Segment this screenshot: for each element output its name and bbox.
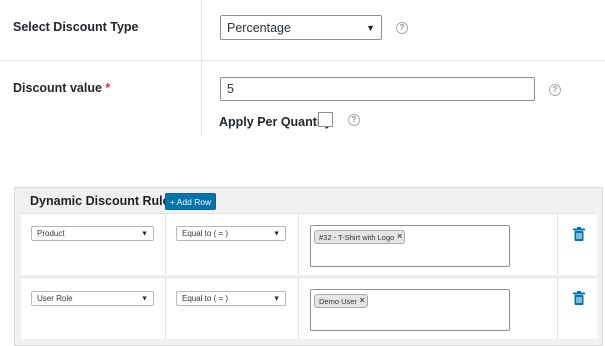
rule-column-divider — [557, 213, 558, 275]
dynamic-rule-title: Dynamic Discount Rule — [30, 194, 170, 208]
caret-down-icon: ▼ — [141, 295, 148, 302]
rule-field-value: Product — [37, 229, 65, 238]
discount-type-select[interactable]: Percentage ▼ — [220, 15, 382, 40]
rule-column-divider — [165, 213, 166, 275]
discount-type-value: Percentage — [227, 20, 291, 35]
rule-column-divider — [165, 277, 166, 339]
discount-value-text: 5 — [227, 82, 234, 96]
rule-condition-select[interactable]: Equal to ( = ) ▼ — [176, 226, 286, 241]
discount-value-label: Discount value * — [13, 81, 110, 95]
help-circle-icon[interactable]: ? — [348, 114, 360, 126]
rule-value-tag-text: Demo User — [319, 297, 357, 306]
remove-tag-icon[interactable]: × — [360, 295, 365, 306]
rule-field-value: User Role — [37, 294, 73, 303]
rule-condition-value: Equal to ( = ) — [182, 294, 229, 303]
rule-column-divider — [557, 277, 558, 339]
caret-down-icon: ▼ — [141, 230, 148, 237]
rule-value-multiselect[interactable]: Demo User × — [310, 289, 510, 331]
apply-per-quantity-label: Apply Per Quantity — [219, 115, 332, 129]
form-column-divider — [201, 0, 202, 137]
discount-value-input[interactable]: 5 — [220, 77, 535, 101]
add-row-button[interactable]: + Add Row — [165, 193, 216, 210]
form-row-divider — [0, 60, 605, 61]
rule-condition-value: Equal to ( = ) — [182, 229, 229, 238]
trash-icon[interactable] — [573, 227, 585, 241]
help-circle-icon[interactable]: ? — [396, 22, 408, 34]
rule-value-multiselect[interactable]: #32 - T-Shirt with Logo × — [310, 225, 510, 267]
discount-value-label-text: Discount value — [13, 81, 102, 95]
caret-down-icon: ▼ — [273, 295, 280, 302]
apply-per-quantity-checkbox[interactable] — [318, 112, 333, 127]
remove-tag-icon[interactable]: × — [397, 231, 402, 242]
help-circle-icon[interactable]: ? — [549, 84, 561, 96]
rule-value-tag: #32 - T-Shirt with Logo × — [314, 230, 406, 244]
rule-condition-select[interactable]: Equal to ( = ) ▼ — [176, 291, 286, 306]
rule-column-divider — [298, 277, 299, 339]
rule-value-tag-text: #32 - T-Shirt with Logo — [319, 233, 395, 242]
discount-type-label: Select Discount Type — [13, 20, 139, 34]
rule-field-select[interactable]: User Role ▼ — [31, 291, 154, 306]
required-mark: * — [105, 81, 111, 95]
caret-down-icon: ▼ — [366, 22, 375, 33]
rule-column-divider — [298, 213, 299, 275]
trash-icon[interactable] — [573, 291, 585, 305]
rule-row — [21, 277, 597, 339]
rule-value-tag: Demo User × — [314, 294, 368, 308]
rule-row — [21, 213, 597, 275]
rule-field-select[interactable]: Product ▼ — [31, 226, 154, 241]
caret-down-icon: ▼ — [273, 230, 280, 237]
